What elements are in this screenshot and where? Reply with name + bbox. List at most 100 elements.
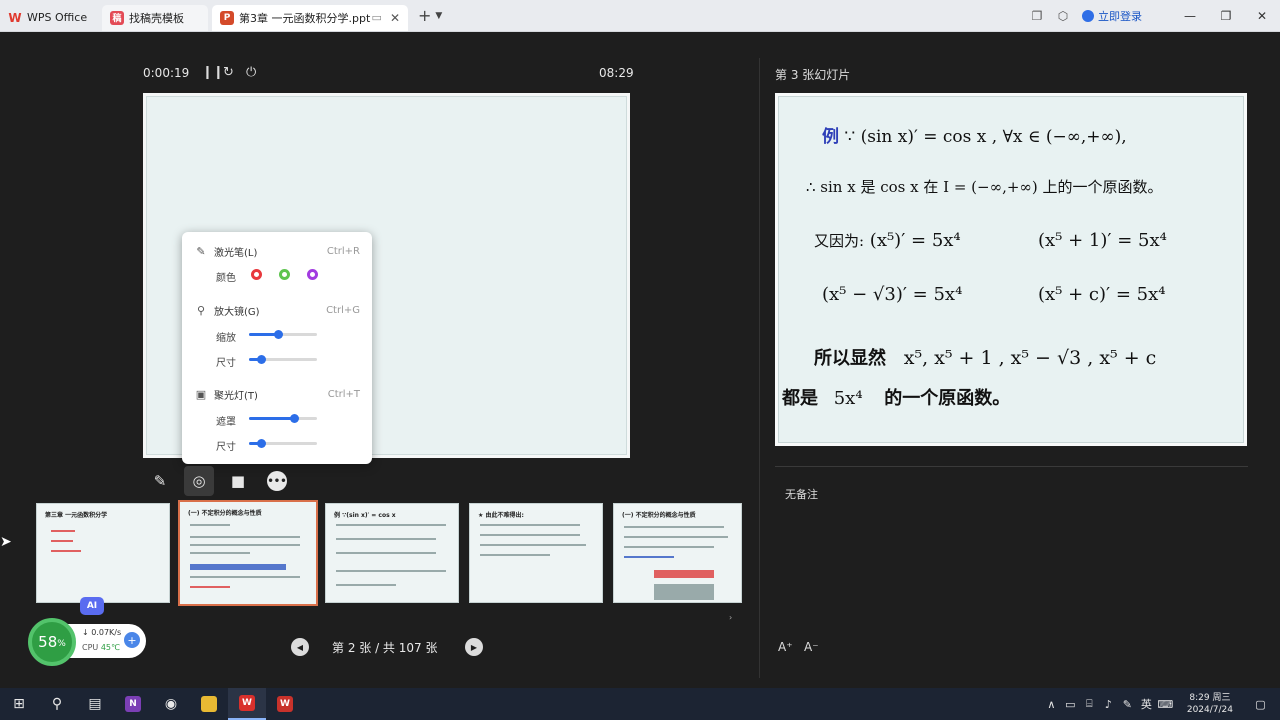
slide-thumbnail-1[interactable]: 第三章 一元函数积分学 [36,503,170,603]
spotlight-icon: ▣ [195,388,207,401]
time-text: 8:29 周三 [1189,693,1231,703]
font-decrease-button[interactable]: A⁻ [804,640,819,654]
restore-button[interactable]: ❐ [1208,9,1244,23]
cube-icon[interactable]: ⬡ [1050,9,1076,23]
pen-tray-icon[interactable]: ✎ [1118,698,1137,711]
slide-text: 又因为: [814,232,865,250]
spotlight-label: 聚光灯(T) [214,391,258,402]
pause-icon[interactable]: ❙❙ [202,65,224,80]
onenote-app-icon[interactable]: N [114,688,152,720]
slide-thumbnail-4[interactable]: ★ 由此不难得出: [469,503,603,603]
template-app-icon: 稿 [110,10,124,25]
ime-indicator[interactable]: 英 [1137,696,1156,712]
zoom-slider[interactable] [249,330,317,339]
thumbnail-title: 例 ∵(sin x)′ = cos x [334,512,396,519]
mask-label: 遮罩 [216,417,236,428]
next-slide-preview[interactable]: 例 ∵ (sin x)′ = cos x , ∀x ∈ (−∞,+∞), ∴ s… [775,93,1247,446]
more-icon: ••• [267,471,287,491]
slide-thumbnail-2[interactable]: (一) 不定积分的概念与性质 [178,500,318,606]
slide-toolbar: ✎ ◎ ■ ••• [145,466,301,496]
laser-pointer-item[interactable]: ✎ 激光笔(L) Ctrl+R [194,244,360,259]
font-increase-button[interactable]: A⁺ [778,640,793,654]
mouse-cursor-icon: ➤ [0,534,12,550]
magnifier-shortcut: Ctrl+G [326,305,360,316]
percent-sign: % [57,639,66,649]
window-close-button[interactable]: ✕ [1244,9,1280,23]
system-tray: ∧ ▭ ⌸ ♪ ✎ 英 ⌨ 8:29 周三 2024/7/24 ▢ [1042,688,1280,720]
spotlight-item[interactable]: ▣ 聚光灯(T) Ctrl+T [194,387,360,402]
slide-text: 所以显然 [814,348,886,369]
magnifier-size-label: 尺寸 [216,358,236,369]
taskbar-clock[interactable]: 8:29 周三 2024/7/24 [1187,692,1233,716]
slide-text: ∵ (sin x)′ = cos x , ∀x ∈ (−∞,+∞), [844,127,1127,147]
notification-icon[interactable]: ▢ [1251,698,1270,711]
restart-icon[interactable]: ↻ [223,65,234,80]
wps-app-icon-2[interactable]: W [266,688,304,720]
chevron-down-icon[interactable]: ▼ [435,11,442,21]
wps-app-icon[interactable]: W [228,688,266,720]
spotlight-size-label: 尺寸 [216,442,236,453]
login-label: 立即登录 [1098,10,1142,23]
cpu-usage-gauge[interactable]: 58% [28,618,76,666]
camera-icon[interactable]: ■ [223,466,253,496]
network-icon[interactable]: ⌸ [1080,697,1099,711]
close-icon[interactable]: ✕ [390,11,400,25]
slide-text: 的一个原函数。 [884,388,1011,409]
spotlight-shortcut: Ctrl+T [327,389,360,400]
window-layout-icon[interactable]: ❐ [1024,9,1050,23]
volume-icon[interactable]: ♪ [1099,698,1118,711]
minimize-button[interactable]: — [1172,9,1208,23]
task-view-icon[interactable]: ▤ [76,688,114,720]
file-explorer-icon[interactable] [190,688,228,720]
slide-math: x⁵, x⁵ + 1 , x⁵ − √3 , x⁵ + c [903,347,1157,369]
screen-icon[interactable]: ▭ [372,11,382,24]
cpu-percent: 58 [38,633,58,651]
next-slide-button[interactable]: ▶ [465,638,483,656]
new-tab-button[interactable]: + [418,6,431,25]
windows-start-icon[interactable]: ⊞ [0,688,38,720]
search-icon[interactable]: ⚲ [38,688,76,720]
slide-thumbnail-3[interactable]: 例 ∵(sin x)′ = cos x [325,503,459,603]
speaker-notes: 无备注 [785,488,818,501]
browser-app-icon[interactable]: ◉ [152,688,190,720]
slide-thumbnail-5[interactable]: (一) 不定积分的概念与性质 [613,503,742,603]
more-button[interactable]: ••• [262,466,292,496]
tab-ppt-document[interactable]: P 第3章 一元函数积分学.ppt ▭ ✕ [212,4,408,31]
cpu-label: CPU [82,643,99,652]
magnifier-item[interactable]: ⚲ 放大镜(G) Ctrl+G [194,303,360,318]
thumbnail-strip: 第三章 一元函数积分学 (一) 不定积分的概念与性质 例 ∵(sin x)′ =… [36,500,746,608]
pen-icon[interactable]: ✎ [145,466,175,496]
pointer-tools-icon[interactable]: ◎ [184,466,214,496]
magnifier-size-slider[interactable] [249,355,317,364]
tab-label: 第3章 一元函数积分学.ppt [239,11,371,25]
tab-wps-office[interactable]: W WPS Office [0,5,98,31]
slide-line-5: 所以显然 x⁵, x⁵ + 1 , x⁵ − √3 , x⁵ + c [814,344,1156,370]
keyboard-icon[interactable]: ⌨ [1156,698,1175,711]
magnifier-icon: ⚲ [196,304,206,317]
slide-counter: 第 2 张 / 共 107 张 [332,641,438,655]
tab-template[interactable]: 稿 找稿壳模板 [102,4,208,31]
login-button[interactable]: 立即登录 [1082,8,1142,24]
scroll-right-icon[interactable]: › [729,613,732,622]
ai-button[interactable]: AI [80,597,104,615]
pointer-tools-popup: ✎ 激光笔(L) Ctrl+R 颜色 ⚲ 放大镜(G) Ctrl+G 缩放 尺寸… [182,232,372,464]
title-bar: W WPS Office 稿 找稿壳模板 P 第3章 一元函数积分学.ppt ▭… [0,0,1280,32]
slide-line-2: ∴ sin x 是 cos x 在 I = (−∞,+∞) 上的一个原函数。 [806,178,1163,196]
tray-expand-icon[interactable]: ∧ [1042,698,1061,711]
laser-pen-icon: ✎ [196,245,206,258]
thumbnail-title: (一) 不定积分的概念与性质 [622,512,696,519]
prev-slide-button[interactable]: ◀ [291,638,309,656]
color-green-option[interactable] [279,269,290,280]
slide-math: 5x⁴ [833,388,863,409]
color-purple-option[interactable] [307,269,318,280]
next-slide-title: 第 3 张幻灯片 [775,68,851,82]
mask-slider[interactable] [249,414,317,423]
slide-line-3: 又因为: (x⁵)′ = 5x⁴ [814,230,961,251]
clock: 08:29 [599,66,634,80]
power-icon[interactable]: ⏻ [246,65,256,80]
spotlight-size-slider[interactable] [249,439,317,448]
boost-icon[interactable]: + [124,632,140,648]
color-red-option[interactable] [251,269,262,280]
notes-divider [775,466,1248,467]
battery-icon[interactable]: ▭ [1061,698,1080,711]
